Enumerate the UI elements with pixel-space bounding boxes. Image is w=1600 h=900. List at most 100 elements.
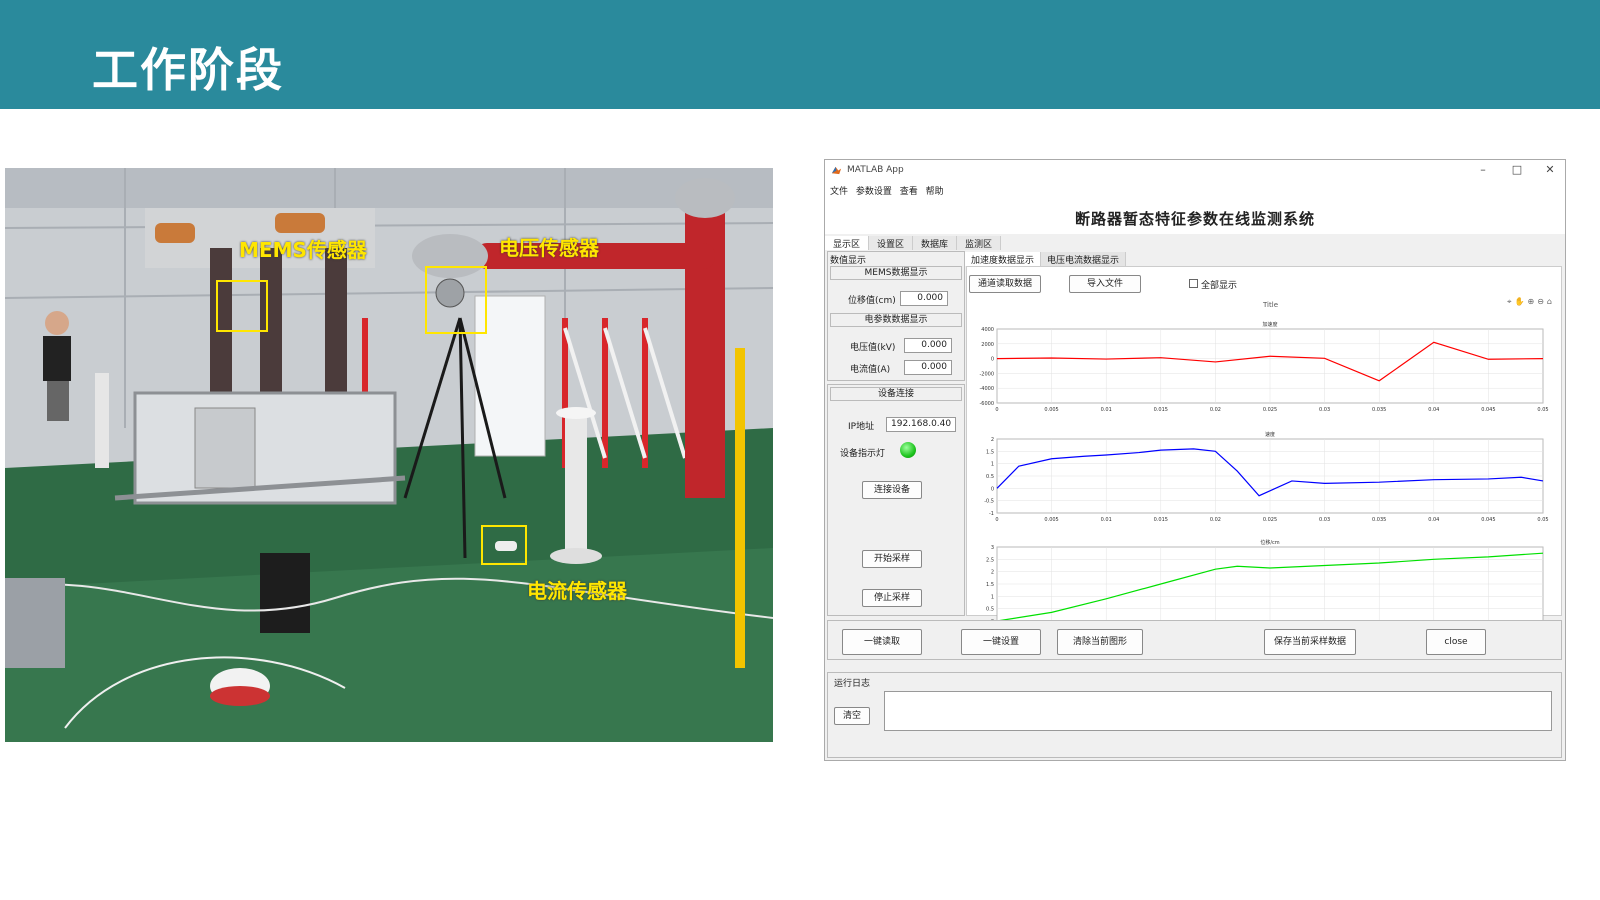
elec-params-header: 电参数数据显示 <box>830 313 962 327</box>
line-plot-1[interactable]: 速度21.510.50-0.5-10 0.005 0.01 0.015 0.02 0.02… <box>971 429 1553 525</box>
x-tick-label: 0.005 <box>1044 517 1058 523</box>
mems-header: MEMS数据显示 <box>830 266 962 280</box>
y-tick-label: -2000 <box>979 371 994 377</box>
x-tick-label: 0.035 <box>1372 407 1386 413</box>
tab-display[interactable]: 显示区 <box>825 236 870 250</box>
run-log-label: 运行日志 <box>834 679 871 689</box>
bottom-button-panel: 一键读取 一键设置 清除当前图形 保存当前采样数据 close <box>827 620 1562 660</box>
tab-volt-current-data[interactable]: 电压电流数据显示 <box>1041 252 1127 266</box>
x-tick-label: 0.05 <box>1537 517 1548 523</box>
x-tick-label: 0 <box>995 517 998 523</box>
line-plot-0[interactable]: 加速度400020000-2000-4000-60000 0.005 0.01 0.0… <box>971 319 1553 415</box>
slide: 工作阶段 MEMS传感器 电压传感器 电流传感器 MATLAB App – □ … <box>0 0 1600 900</box>
chart-panel: 通道读取数据 导入文件 全部显示 Title ⌖✋⊕⊖⌂ 加速度 4000 2000… <box>966 266 1562 631</box>
voltage-field[interactable]: 0.000 <box>904 338 952 353</box>
y-tick-label: 0 <box>991 357 994 363</box>
x-tick-label: 0.02 <box>1210 407 1221 413</box>
lab-scene-image <box>5 168 773 742</box>
y-tick-label: 1.5 <box>986 449 994 455</box>
tab-settings[interactable]: 设置区 <box>869 236 914 250</box>
one-key-set-button[interactable]: 一键设置 <box>961 629 1041 655</box>
mems-sensor-box <box>216 280 268 332</box>
y-tick-label: 1.5 <box>986 582 994 588</box>
numeric-display-panel: 数值显示 MEMS数据显示 位移值(cm) 0.000 电参数数据显示 电压值(… <box>827 251 965 381</box>
plot-title-2: 位移/cm <box>1260 539 1279 546</box>
x-tick-label: 0.04 <box>1428 407 1439 413</box>
matlab-app-window: MATLAB App – □ ✕ 文件 参数设置 查看 帮助 断路器暂态特征参数… <box>824 159 1566 761</box>
x-tick-label: 0.05 <box>1537 407 1548 413</box>
x-tick-label: 0.01 <box>1101 407 1112 413</box>
pan-icon[interactable]: ✋ <box>1515 297 1528 306</box>
lab-photo: MEMS传感器 电压传感器 电流传感器 <box>5 168 773 742</box>
x-tick-label: 0.045 <box>1481 517 1495 523</box>
zoom-in-icon[interactable]: ⊕ <box>1528 297 1538 306</box>
x-tick-label: 0.01 <box>1101 517 1112 523</box>
run-log-panel: 运行日志 清空 <box>827 672 1562 758</box>
displacement-label: 位移值(cm) <box>848 296 896 306</box>
maximize-icon[interactable]: □ <box>1507 163 1527 176</box>
header-area: 断路器暂态特征参数在线监测系统 <box>825 198 1565 234</box>
y-tick-label: -0.5 <box>984 499 994 505</box>
y-tick-label: -4000 <box>979 386 994 392</box>
save-data-button[interactable]: 保存当前采样数据 <box>1264 629 1356 655</box>
numeric-display-label: 数值显示 <box>830 256 867 266</box>
mems-sensor-label: MEMS传感器 <box>239 238 367 262</box>
zoom-out-icon[interactable]: ⊖ <box>1537 297 1547 306</box>
clear-figure-button[interactable]: 清除当前图形 <box>1057 629 1143 655</box>
ip-label: IP地址 <box>848 422 875 432</box>
stop-sampling-button[interactable]: 停止采样 <box>862 589 922 607</box>
tab-database[interactable]: 数据库 <box>913 236 958 250</box>
x-tick-label: 0 <box>995 407 998 413</box>
title-bar: 工作阶段 <box>0 0 1600 109</box>
y-tick-label: 4000 <box>981 327 994 333</box>
menu-view[interactable]: 查看 <box>900 182 918 197</box>
log-textarea[interactable] <box>884 691 1552 731</box>
displacement-field[interactable]: 0.000 <box>900 291 948 306</box>
y-tick-label: 0.5 <box>986 474 994 480</box>
one-key-read-button[interactable]: 一键读取 <box>842 629 922 655</box>
slide-title: 工作阶段 <box>92 43 284 97</box>
y-tick-label: 3 <box>991 545 994 551</box>
clear-log-button[interactable]: 清空 <box>834 707 870 725</box>
voltage-sensor-label: 电压传感器 <box>499 236 599 260</box>
ip-field[interactable]: 192.168.0.40 <box>886 417 956 432</box>
plot-title-0: 加速度 <box>1262 321 1277 328</box>
show-all-checkbox[interactable] <box>1189 279 1198 288</box>
current-field[interactable]: 0.000 <box>904 360 952 375</box>
y-tick-label: -6000 <box>979 401 994 407</box>
menu-params[interactable]: 参数设置 <box>856 182 892 197</box>
x-tick-label: 0.015 <box>1154 407 1168 413</box>
menu-bar: 文件 参数设置 查看 帮助 <box>825 182 1565 198</box>
connect-device-button[interactable]: 连接设备 <box>862 481 922 499</box>
import-file-button[interactable]: 导入文件 <box>1069 275 1141 293</box>
current-sensor-label: 电流传感器 <box>527 579 627 603</box>
voltage-sensor-box <box>425 266 487 334</box>
tab-accel-data[interactable]: 加速度数据显示 <box>965 252 1042 266</box>
tab-monitor[interactable]: 监测区 <box>957 236 1002 250</box>
home-icon[interactable]: ⌂ <box>1547 297 1555 306</box>
y-tick-label: 0.5 <box>986 607 994 613</box>
charts-title: Title <box>1263 301 1279 309</box>
minimize-icon[interactable]: – <box>1473 163 1493 176</box>
start-sampling-button[interactable]: 开始采样 <box>862 550 922 568</box>
menu-file[interactable]: 文件 <box>830 182 848 197</box>
line-plot-2[interactable]: 位移/cm32.521.510.5000.0050.010.0150.020.0… <box>971 537 1553 633</box>
data-tip-icon[interactable]: ⌖ <box>1507 297 1515 306</box>
voltage-label: 电压值(kV) <box>850 343 896 353</box>
current-sensor-box <box>481 525 527 565</box>
x-tick-label: 0.04 <box>1428 517 1439 523</box>
system-title: 断路器暂态特征参数在线监测系统 <box>1074 210 1315 228</box>
menu-help[interactable]: 帮助 <box>926 182 944 197</box>
x-tick-label: 0.045 <box>1481 407 1495 413</box>
close-window-icon[interactable]: ✕ <box>1540 163 1560 176</box>
x-tick-label: 0.035 <box>1372 517 1386 523</box>
y-tick-label: -1 <box>989 511 994 517</box>
sub-tabs: 加速度数据显示 电压电流数据显示 <box>965 252 1127 266</box>
read-channel-button[interactable]: 通道读取数据 <box>969 275 1041 293</box>
y-tick-label: 1 <box>991 594 994 600</box>
y-tick-label: 2.5 <box>986 557 994 563</box>
x-tick-label: 0.02 <box>1210 517 1221 523</box>
current-label: 电流值(A) <box>850 365 891 375</box>
device-connect-header: 设备连接 <box>830 387 962 401</box>
close-button[interactable]: close <box>1426 629 1486 655</box>
